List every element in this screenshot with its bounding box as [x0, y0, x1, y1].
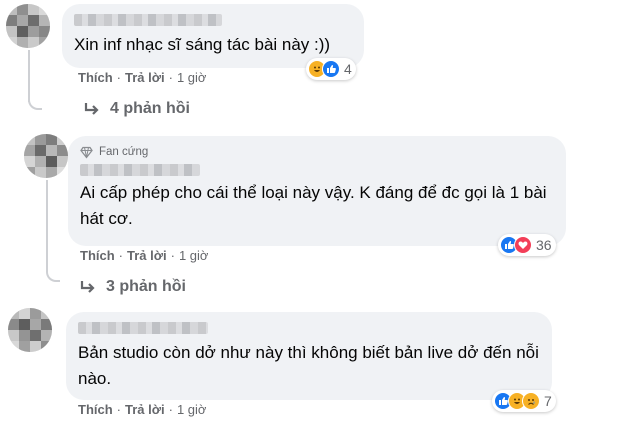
thread-line — [28, 50, 30, 102]
reaction-summary[interactable]: 4 — [306, 58, 356, 80]
diamond-icon — [80, 146, 93, 159]
separator: · — [170, 248, 175, 263]
commenter-name[interactable] — [80, 164, 200, 176]
comment-actions: Thích · Trả lời · 1 giờ — [80, 248, 208, 263]
replies-label: 3 phản hồi — [106, 278, 186, 295]
thread-curve — [28, 96, 42, 110]
commenter-name[interactable] — [78, 322, 208, 334]
reaction-count: 7 — [544, 393, 552, 409]
reaction-count: 36 — [536, 237, 552, 253]
sad-icon — [522, 392, 540, 410]
separator: · — [168, 70, 173, 85]
reaction-count: 4 — [344, 61, 352, 77]
separator: · — [168, 402, 173, 417]
like-link[interactable]: Thích — [78, 70, 113, 85]
comment-text: Ai cấp phép cho cái thể loại này vậy. K … — [80, 183, 547, 228]
separator: · — [116, 70, 122, 85]
avatar[interactable] — [8, 308, 52, 352]
timestamp[interactable]: 1 giờ — [177, 70, 207, 85]
thread-line — [46, 180, 48, 270]
timestamp[interactable]: 1 giờ — [177, 402, 207, 417]
thread-curve — [46, 268, 60, 282]
commenter-name[interactable] — [74, 14, 222, 26]
top-fan-badge: Fan cứng — [80, 144, 554, 160]
comment-bubble: Bản studio còn dở như này thì không biết… — [66, 312, 552, 400]
like-link[interactable]: Thích — [78, 402, 113, 417]
love-icon — [514, 236, 532, 254]
separator: · — [116, 402, 122, 417]
avatar[interactable] — [6, 4, 50, 48]
reaction-summary[interactable]: 7 — [492, 390, 556, 412]
view-replies-button[interactable]: 4 phản hồi — [84, 100, 190, 118]
like-icon — [322, 60, 340, 78]
comment-text: Bản studio còn dở như này thì không biết… — [78, 343, 539, 388]
replies-label: 4 phản hồi — [110, 100, 190, 117]
reply-arrow-icon — [84, 103, 99, 115]
reply-link[interactable]: Trả lời — [127, 248, 167, 263]
comment-actions: Thích · Trả lời · 1 giờ — [78, 70, 206, 85]
reaction-summary[interactable]: 36 — [498, 234, 556, 256]
view-replies-button[interactable]: 3 phản hồi — [80, 278, 186, 296]
reply-link[interactable]: Trả lời — [125, 402, 165, 417]
timestamp[interactable]: 1 giờ — [179, 248, 209, 263]
like-link[interactable]: Thích — [80, 248, 115, 263]
reply-arrow-icon — [80, 281, 95, 293]
comment-text: Xin inf nhạc sĩ sáng tác bài này :)) — [74, 35, 331, 54]
separator: · — [118, 248, 124, 263]
badge-label: Fan cứng — [99, 146, 149, 158]
comment-bubble: Fan cứng Ai cấp phép cho cái thể loại nà… — [68, 136, 566, 246]
avatar[interactable] — [24, 134, 68, 178]
comment-actions: Thích · Trả lời · 1 giờ — [78, 402, 206, 417]
reply-link[interactable]: Trả lời — [125, 70, 165, 85]
